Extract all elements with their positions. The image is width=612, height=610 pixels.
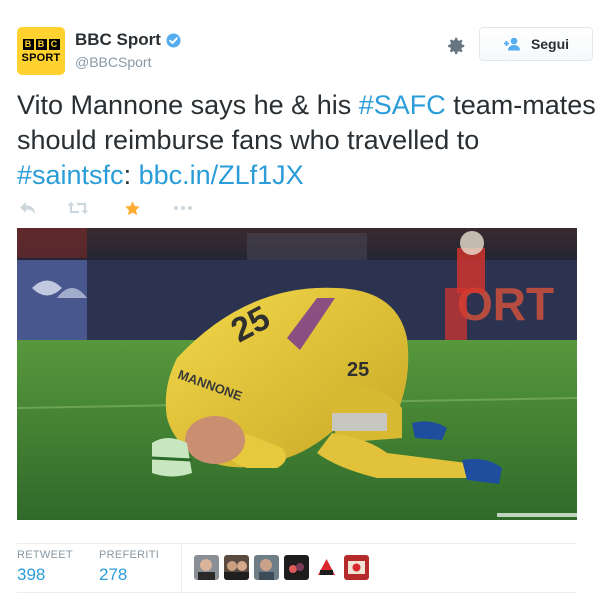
- favoriter-avatar[interactable]: [194, 555, 219, 580]
- favoriter-avatar[interactable]: [284, 555, 309, 580]
- retweet-label: RETWEET: [17, 549, 73, 561]
- tweet-header: BBC SPORT BBC Sport @BBCSport Segui: [17, 27, 597, 77]
- author-block: BBC Sport @BBCSport: [75, 30, 181, 70]
- favoriter-avatar[interactable]: [224, 555, 249, 580]
- follow-button[interactable]: Segui: [479, 27, 593, 61]
- tweet-actions: [17, 198, 317, 218]
- more-icon: [174, 206, 192, 210]
- stats-vertical-divider: [181, 544, 182, 592]
- follow-person-icon: [503, 37, 520, 51]
- goalkeeper-photo: ORT 25 MANNONE 25: [17, 228, 577, 520]
- author-name[interactable]: BBC Sport: [75, 30, 161, 50]
- more-action[interactable]: [172, 198, 194, 218]
- retweet-stat[interactable]: RETWEET 398: [17, 549, 73, 585]
- tweet-text: Vito Mannone says he & his #SAFC team-ma…: [17, 88, 597, 193]
- favoriter-avatar[interactable]: [314, 555, 339, 580]
- author-name-row[interactable]: BBC Sport: [75, 30, 181, 50]
- favorites-label: PREFERITI: [99, 549, 160, 561]
- stats-divider-top: [17, 543, 577, 544]
- reply-icon: [20, 202, 36, 214]
- gear-icon[interactable]: [445, 35, 467, 57]
- retweet-icon: [67, 201, 89, 215]
- favoriter-avatar[interactable]: [344, 555, 369, 580]
- favorites-stat[interactable]: PREFERITI 278: [99, 549, 159, 585]
- favorite-action[interactable]: [121, 198, 143, 218]
- retweet-count[interactable]: 398: [17, 565, 73, 585]
- reply-action[interactable]: [17, 198, 39, 218]
- hashtag-saintsfc[interactable]: #saintsfc: [17, 160, 124, 190]
- tweet-photo[interactable]: ORT 25 MANNONE 25: [17, 228, 577, 520]
- verified-icon: [166, 32, 181, 48]
- stats-divider-bottom: [17, 592, 577, 593]
- follow-label: Segui: [530, 36, 570, 52]
- bbc-logo-boxes: BBC: [22, 38, 60, 50]
- tweet-text-part1: Vito Mannone says he & his: [17, 90, 359, 120]
- favorites-count[interactable]: 278: [99, 565, 159, 585]
- favorite-star-icon: [124, 200, 140, 215]
- avatar-sport-text: SPORT: [21, 51, 61, 64]
- hashtag-safc[interactable]: #SAFC: [359, 90, 446, 120]
- avatar[interactable]: BBC SPORT: [17, 27, 65, 75]
- shorts-number: 25: [347, 359, 369, 381]
- favoriter-avatars: [194, 555, 369, 580]
- tweet-text-part3: :: [123, 160, 139, 190]
- author-handle[interactable]: @BBCSport: [75, 54, 181, 70]
- retweet-action[interactable]: [67, 198, 89, 218]
- favoriter-avatar[interactable]: [254, 555, 279, 580]
- tweet-link[interactable]: bbc.in/ZLf1JX: [139, 160, 304, 190]
